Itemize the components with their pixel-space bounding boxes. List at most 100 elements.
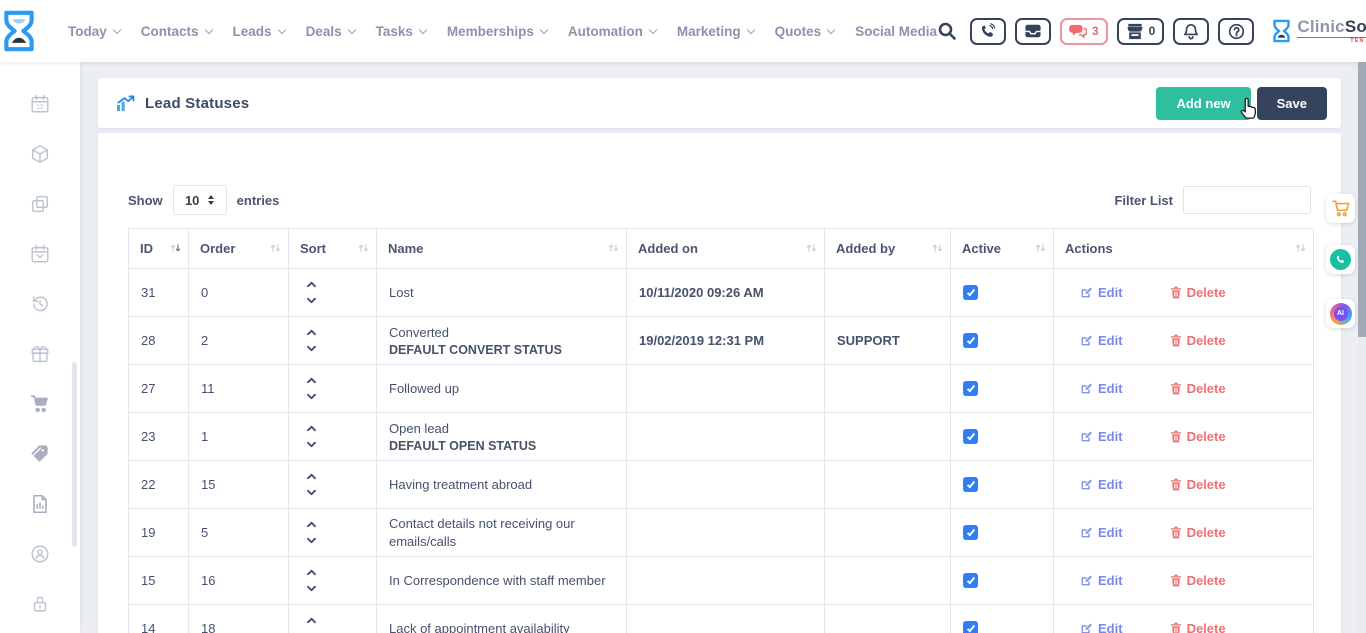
column-header-id[interactable]: ID <box>129 229 189 269</box>
delete-link[interactable]: Delete <box>1170 621 1226 633</box>
brand-tagline: TEN STEPS AHEAD <box>1297 37 1366 45</box>
sidebar-item-calendar-icon[interactable]: 12 <box>0 79 80 129</box>
nav-item-contacts[interactable]: Contacts <box>141 24 212 39</box>
sidebar-item-lock-icon[interactable] <box>0 579 80 629</box>
nav-item-deals[interactable]: Deals <box>306 24 355 39</box>
active-checkbox[interactable] <box>963 573 978 588</box>
save-button[interactable]: Save <box>1257 87 1327 120</box>
edit-link[interactable]: Edit <box>1080 333 1123 348</box>
help-button[interactable] <box>1218 18 1254 45</box>
move-down-button[interactable] <box>306 297 364 304</box>
move-up-button[interactable] <box>306 617 364 624</box>
nav-item-tasks[interactable]: Tasks <box>376 24 426 39</box>
active-checkbox[interactable] <box>963 429 978 444</box>
edit-icon <box>1080 478 1093 491</box>
nav-item-automation[interactable]: Automation <box>568 24 656 39</box>
sidebar-item-package-icon[interactable] <box>0 129 80 179</box>
check-icon <box>966 383 974 392</box>
active-checkbox[interactable] <box>963 525 978 540</box>
column-header-order[interactable]: Order <box>189 229 289 269</box>
active-checkbox[interactable] <box>963 333 978 348</box>
column-header-added-on[interactable]: Added on <box>627 229 825 269</box>
page-size-select[interactable]: 10 <box>173 185 227 215</box>
move-down-button[interactable] <box>306 345 364 352</box>
column-header-sort[interactable]: Sort <box>289 229 377 269</box>
edit-link[interactable]: Edit <box>1080 525 1123 540</box>
sidebar-item-calendar-archive-icon[interactable] <box>0 229 80 279</box>
edit-link[interactable]: Edit <box>1080 285 1123 300</box>
nav-item-social-media[interactable]: Social Media <box>855 24 937 39</box>
delete-link[interactable]: Delete <box>1170 381 1226 396</box>
column-header-actions[interactable]: Actions <box>1054 229 1314 269</box>
phone-teal-icon <box>1335 254 1346 265</box>
sidebar-item-cart-icon[interactable] <box>0 379 80 429</box>
cell-added-on <box>627 605 825 633</box>
floating-phone-button[interactable] <box>1326 245 1355 274</box>
move-up-button[interactable] <box>306 281 364 288</box>
app-logo[interactable] <box>0 10 38 52</box>
move-down-button[interactable] <box>306 393 364 400</box>
sidebar-item-user-circle-icon[interactable] <box>0 529 80 579</box>
delete-link[interactable]: Delete <box>1170 573 1226 588</box>
move-up-button[interactable] <box>306 377 364 384</box>
edit-link[interactable]: Edit <box>1080 477 1123 492</box>
nav-item-marketing[interactable]: Marketing <box>677 24 754 39</box>
store-button[interactable]: 0 <box>1117 18 1165 45</box>
move-down-button[interactable] <box>306 537 364 544</box>
page-scrollbar-thumb[interactable] <box>1358 62 1366 337</box>
sidebar-item-history-icon[interactable] <box>0 279 80 329</box>
table-row: 1418 Lack of appointment availability Ed… <box>129 605 1314 633</box>
delete-link[interactable]: Delete <box>1170 477 1226 492</box>
notifications-button[interactable] <box>1173 18 1209 45</box>
sidebar-scrollbar[interactable] <box>72 362 77 547</box>
edit-link[interactable]: Edit <box>1080 429 1123 444</box>
move-up-button[interactable] <box>306 425 364 432</box>
filter-list-input[interactable] <box>1183 186 1311 214</box>
cell-added-on <box>627 509 825 557</box>
move-down-button[interactable] <box>306 585 364 592</box>
inbox-button[interactable] <box>1015 18 1051 45</box>
clinicsoftware-logo[interactable]: ClinicSoftware .com TEN STEPS AHEAD <box>1271 17 1366 45</box>
phone-button[interactable] <box>970 18 1006 45</box>
delete-link[interactable]: Delete <box>1170 525 1226 540</box>
edit-link[interactable]: Edit <box>1080 573 1123 588</box>
active-checkbox[interactable] <box>963 381 978 396</box>
status-default-label: DEFAULT OPEN STATUS <box>389 439 614 453</box>
cell-active <box>951 269 1054 317</box>
trash-icon <box>1170 622 1182 633</box>
column-header-added-by[interactable]: Added by <box>825 229 951 269</box>
sidebar-item-copy-icon[interactable] <box>0 179 80 229</box>
sidebar-item-report-icon[interactable] <box>0 479 80 529</box>
move-up-button[interactable] <box>306 329 364 336</box>
add-new-button[interactable]: Add new <box>1156 87 1250 120</box>
page-scrollbar-track[interactable] <box>1358 62 1366 633</box>
chat-button[interactable]: 3 <box>1060 18 1108 45</box>
delete-link[interactable]: Delete <box>1170 285 1226 300</box>
active-checkbox[interactable] <box>963 477 978 492</box>
floating-cart-button[interactable] <box>1326 194 1355 223</box>
move-up-button[interactable] <box>306 521 364 528</box>
move-up-button[interactable] <box>306 473 364 480</box>
active-checkbox[interactable] <box>963 285 978 300</box>
floating-ai-button[interactable]: AI <box>1326 299 1355 328</box>
nav-item-memberships[interactable]: Memberships <box>447 24 547 39</box>
column-header-name[interactable]: Name <box>377 229 627 269</box>
sidebar-item-gift-icon[interactable] <box>0 329 80 379</box>
nav-item-today[interactable]: Today <box>68 24 120 39</box>
status-name: In Correspondence with staff member <box>389 572 614 590</box>
column-header-active[interactable]: Active <box>951 229 1054 269</box>
move-down-button[interactable] <box>306 441 364 448</box>
edit-link[interactable]: Edit <box>1080 621 1123 633</box>
delete-link[interactable]: Delete <box>1170 333 1226 348</box>
search-icon[interactable] <box>937 21 957 41</box>
nav-item-quotes[interactable]: Quotes <box>775 24 835 39</box>
page-size-value: 10 <box>185 193 199 208</box>
sidebar-item-tags-icon[interactable] <box>0 429 80 479</box>
edit-link[interactable]: Edit <box>1080 381 1123 396</box>
nav-item-leads[interactable]: Leads <box>233 24 285 39</box>
cell-active <box>951 365 1054 413</box>
move-up-button[interactable] <box>306 569 364 576</box>
move-down-button[interactable] <box>306 489 364 496</box>
active-checkbox[interactable] <box>963 621 978 633</box>
delete-link[interactable]: Delete <box>1170 429 1226 444</box>
